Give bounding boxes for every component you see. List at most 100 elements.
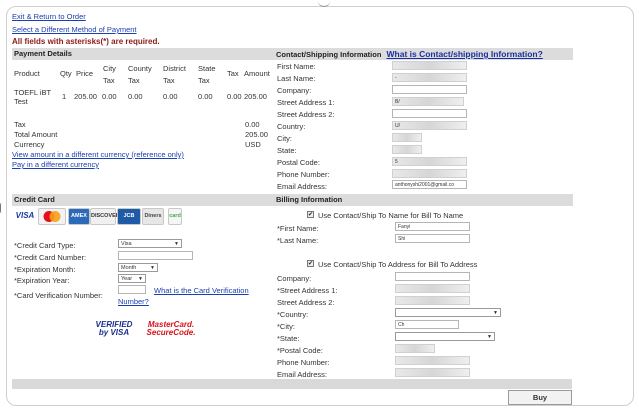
contact-help-link[interactable]: What is Contact/shipping Information? bbox=[387, 49, 543, 59]
bill-city-field[interactable]: Ch bbox=[395, 320, 459, 329]
contact-country-field[interactable]: U/ bbox=[392, 121, 467, 130]
row-district-tax: 0.00 bbox=[163, 92, 178, 101]
contact-label-city: City: bbox=[277, 134, 292, 143]
contact-header: Contact/Shipping Information What is Con… bbox=[274, 48, 573, 60]
bill-country-select[interactable]: ▼ bbox=[395, 308, 501, 317]
cc-type-select[interactable]: Visa ▼ bbox=[118, 239, 182, 248]
cc-month-select[interactable]: Month ▼ bbox=[118, 263, 158, 272]
row-state-tax: 0.00 bbox=[198, 92, 213, 101]
chevron-down-icon: ▼ bbox=[487, 334, 492, 340]
chevron-down-icon: ▼ bbox=[138, 276, 143, 282]
cc-number-field[interactable] bbox=[118, 251, 193, 260]
use-contact-address-checkbox[interactable]: ✔ bbox=[307, 260, 314, 267]
contact-postal-field[interactable]: 5 bbox=[392, 157, 467, 166]
bill-street1-label: *Street Address 1: bbox=[277, 286, 338, 295]
diners-logo-icon: Diners bbox=[142, 208, 164, 225]
bill-phone-field[interactable] bbox=[395, 356, 470, 365]
cc-cvn-label: *Card Verification Number: bbox=[14, 291, 103, 300]
other-currency-link[interactable]: View amount in a different currency (ref… bbox=[12, 150, 184, 159]
summary-total-value: 205.00 bbox=[245, 130, 268, 139]
contact-street2-field[interactable] bbox=[392, 109, 467, 118]
contact-company-field[interactable] bbox=[392, 85, 467, 94]
contact-first-name-field[interactable] bbox=[392, 61, 467, 70]
generic-card-icon: card bbox=[168, 208, 182, 225]
cc-year-select[interactable]: Year ▼ bbox=[118, 274, 146, 283]
bill-company-field[interactable] bbox=[395, 272, 470, 281]
contact-phone-field[interactable] bbox=[392, 169, 467, 178]
chevron-down-icon: ▼ bbox=[174, 241, 179, 247]
contact-label-phone: Phone Number: bbox=[277, 170, 330, 179]
summary-currency-label: Currency bbox=[14, 140, 45, 149]
col-price: Price bbox=[76, 69, 94, 78]
cc-type-value: Visa bbox=[121, 241, 132, 247]
footer-bar bbox=[12, 379, 572, 389]
bill-email-field[interactable] bbox=[395, 368, 470, 377]
contact-label-last-name: Last Name: bbox=[277, 74, 316, 83]
credit-card-header: Credit Card bbox=[12, 194, 274, 206]
contact-header-title: Contact/Shipping Information bbox=[276, 50, 382, 59]
summary-tax-label: Tax bbox=[14, 120, 26, 129]
row-qty: 1 bbox=[62, 92, 67, 101]
bill-state-select[interactable]: ▼ bbox=[395, 332, 495, 341]
jcb-logo-icon: JCB bbox=[117, 208, 141, 225]
use-contact-address-label: Use Contact/Ship To Address for Bill To … bbox=[318, 260, 478, 269]
col-district-tax: District Tax bbox=[163, 64, 186, 85]
contact-label-country: Country: bbox=[277, 122, 306, 131]
visa-logo-icon: VISA bbox=[14, 208, 36, 223]
bill-company-label: Company: bbox=[277, 274, 312, 283]
contact-label-company: Company: bbox=[277, 86, 312, 95]
cc-month-value: Month bbox=[121, 265, 137, 271]
col-county-tax: County Tax bbox=[128, 64, 152, 85]
row-city-tax: 0.00 bbox=[102, 92, 117, 101]
required-note: All fields with asterisks(*) are require… bbox=[12, 37, 160, 46]
row-tax: 0.00 bbox=[227, 92, 242, 101]
buy-button[interactable]: Buy bbox=[508, 390, 572, 405]
summary-total-label: Total Amount bbox=[14, 130, 58, 139]
contact-email-field[interactable]: anthonyshi2001@gmail.co bbox=[392, 180, 467, 189]
left-edge-indicator bbox=[0, 203, 4, 213]
exit-return-link[interactable]: Exit & Return to Order bbox=[12, 12, 86, 21]
pay-other-currency-link[interactable]: Pay in a different currency bbox=[12, 160, 99, 169]
row-product: TOEFL iBT Test bbox=[14, 88, 51, 106]
col-amount: Amount bbox=[244, 69, 270, 78]
contact-label-street2: Street Address 2: bbox=[277, 110, 335, 119]
amex-logo-icon: AMEX bbox=[68, 208, 90, 225]
bill-city-label: *City: bbox=[277, 322, 295, 331]
billing-header: Billing Information bbox=[274, 194, 573, 206]
bill-phone-label: Phone Number: bbox=[277, 358, 330, 367]
contact-label-street1: Street Address 1: bbox=[277, 98, 335, 107]
bill-postal-field[interactable] bbox=[395, 344, 435, 353]
row-price: 205.00 bbox=[74, 92, 97, 101]
col-state-tax: State Tax bbox=[198, 64, 216, 85]
chevron-down-icon: ▼ bbox=[150, 265, 155, 271]
mastercard-logo-icon bbox=[38, 208, 66, 225]
different-method-link[interactable]: Select a Different Method of Payment bbox=[12, 25, 137, 34]
cc-type-label: *Credit Card Type: bbox=[14, 241, 76, 250]
bill-postal-label: *Postal Code: bbox=[277, 346, 323, 355]
cvn-help-link[interactable]: What is the Card Verification Number? bbox=[118, 285, 278, 307]
bill-last-name-field[interactable]: Shi bbox=[395, 234, 470, 243]
contact-label-state: State: bbox=[277, 146, 297, 155]
bill-email-label: Email Address: bbox=[277, 370, 328, 379]
cc-month-label: *Expiration Month: bbox=[14, 265, 76, 274]
cc-year-label: *Expiration Year: bbox=[14, 276, 70, 285]
row-amount: 205.00 bbox=[244, 92, 267, 101]
bill-first-name-field[interactable]: Fanyi bbox=[395, 222, 470, 231]
bill-last-name-label: *Last Name: bbox=[277, 236, 319, 245]
contact-label-first-name: First Name: bbox=[277, 62, 316, 71]
contact-street1-field[interactable]: B/ bbox=[392, 97, 464, 106]
summary-currency-value: USD bbox=[245, 140, 261, 149]
col-product: Product bbox=[14, 69, 40, 78]
use-contact-name-checkbox[interactable]: ✔ bbox=[307, 211, 314, 218]
contact-city-field[interactable] bbox=[392, 133, 422, 142]
contact-state-field[interactable] bbox=[392, 145, 422, 154]
bill-street1-field[interactable] bbox=[395, 284, 470, 293]
verified-by-visa-logo: VERIFIED by VISA bbox=[95, 320, 133, 337]
bill-street2-label: Street Address 2: bbox=[277, 298, 335, 307]
bill-first-name-label: *First Name: bbox=[277, 224, 319, 233]
row-county-tax: 0.00 bbox=[128, 92, 143, 101]
chevron-down-icon: ▼ bbox=[493, 310, 498, 316]
bill-street2-field[interactable] bbox=[395, 296, 470, 305]
contact-last-name-field[interactable]: - bbox=[392, 73, 467, 82]
summary-tax-value: 0.00 bbox=[245, 120, 260, 129]
